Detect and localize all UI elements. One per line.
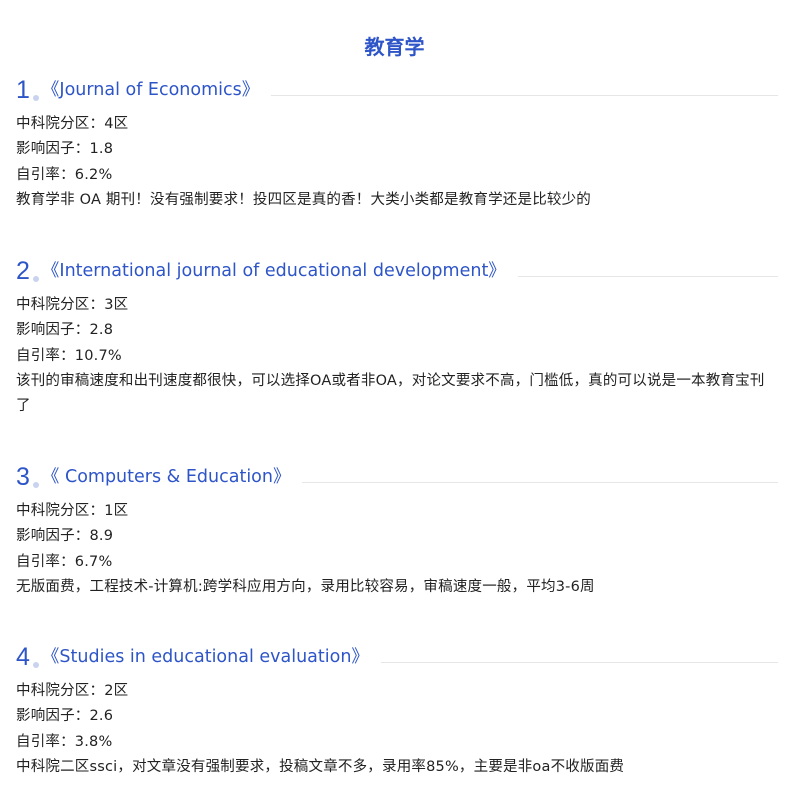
section-number: 4 <box>16 643 30 671</box>
self-citation-rate: 自引率：3.8% <box>16 733 113 750</box>
section-header: 1 《Journal of Economics》 <box>16 70 778 104</box>
divider-line <box>302 482 778 483</box>
impact-factor: 影响因子：2.8 <box>16 322 114 339</box>
cas-zone: 中科院分区：1区 <box>16 503 129 519</box>
journal-name: 《 Computers & Education》 <box>41 467 291 487</box>
dot-decoration <box>32 482 39 488</box>
impact-factor: 影响因子：1.8 <box>16 141 114 158</box>
section-header: 2 《International journal of educational … <box>16 251 778 285</box>
journal-section-1: 1 《Journal of Economics》 中科院分区：4区 影响因子：1… <box>16 70 778 213</box>
journal-section-3: 3 《 Computers & Education》 中科院分区：1区 影响因子… <box>16 457 778 600</box>
section-number: 1 <box>16 76 30 104</box>
section-number: 2 <box>16 257 30 285</box>
divider-line <box>380 662 778 663</box>
impact-factor: 影响因子：2.6 <box>16 708 114 725</box>
divider-line <box>271 95 778 96</box>
section-header: 3 《 Computers & Education》 <box>16 457 778 491</box>
journal-note: 该刊的审稿速度和出刊速度都很快，可以选择OA或者非OA，对论文要求不高，门槛低，… <box>16 372 765 415</box>
section-number: 3 <box>16 463 30 491</box>
cas-zone: 中科院分区：3区 <box>16 297 129 313</box>
dot-decoration <box>32 276 39 282</box>
journal-name: 《International journal of educational de… <box>41 261 506 281</box>
journal-name: 《Studies in educational evaluation》 <box>41 647 369 667</box>
self-citation-rate: 自引率：6.2% <box>16 166 113 183</box>
self-citation-rate: 自引率：10.7% <box>16 347 122 364</box>
journal-note: 中科院二区ssci，对文章没有强制要求，投稿文章不多，录用率85%，主要是非oa… <box>16 758 625 775</box>
cas-zone: 中科院分区：2区 <box>16 683 129 699</box>
impact-factor: 影响因子：8.9 <box>16 528 114 545</box>
journal-note: 无版面费，工程技术-计算机:跨学科应用方向，录用比较容易，审稿速度一般，平均3-… <box>16 578 595 595</box>
dot-decoration <box>32 95 39 101</box>
divider-line <box>517 276 778 277</box>
journal-name: 《Journal of Economics》 <box>41 80 260 100</box>
journal-section-4: 4 《Studies in educational evaluation》 中科… <box>16 637 778 780</box>
journal-note: 教育学非 OA 期刊！没有强制要求！投四区是真的香！大类小类都是教育学还是比较少… <box>16 191 591 208</box>
journal-section-2: 2 《International journal of educational … <box>16 251 778 419</box>
section-header: 4 《Studies in educational evaluation》 <box>16 637 778 671</box>
page-title: 教育学 <box>364 35 425 59</box>
dot-decoration <box>32 662 39 668</box>
self-citation-rate: 自引率：6.7% <box>16 553 113 570</box>
cas-zone: 中科院分区：4区 <box>16 116 129 132</box>
